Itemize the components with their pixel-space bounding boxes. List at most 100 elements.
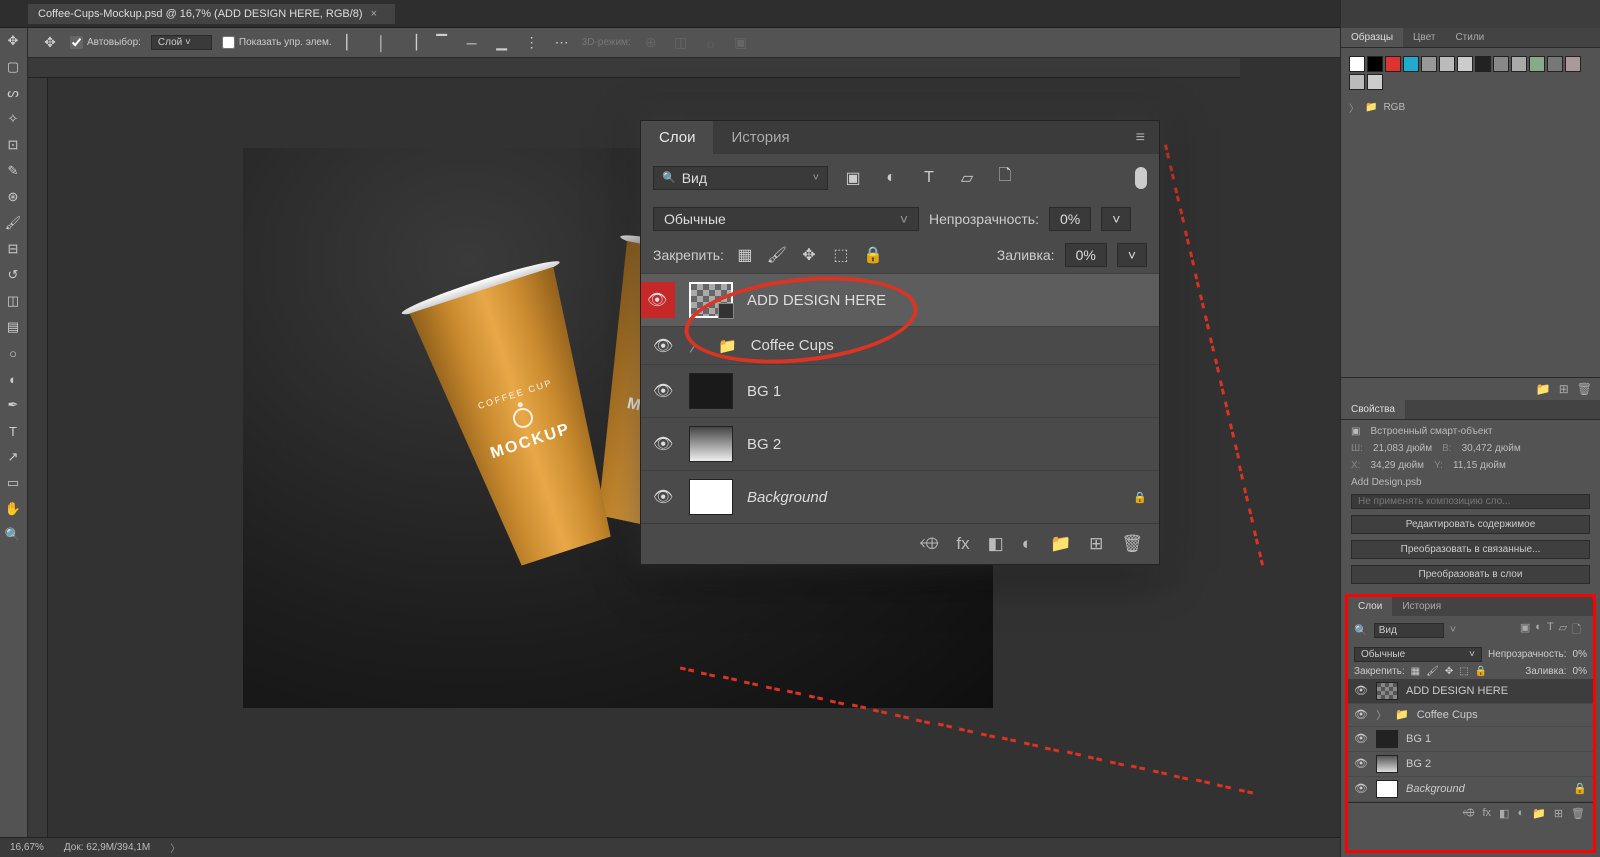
lock-transparency-icon[interactable]: ▦: [734, 245, 756, 265]
eraser-tool[interactable]: ◫: [0, 288, 26, 314]
lock-artboard-icon[interactable]: ⬚: [830, 245, 852, 265]
layer-row-small[interactable]: 👁 ADD DESIGN HERE: [1348, 679, 1593, 704]
swatch[interactable]: [1457, 56, 1473, 72]
swatch[interactable]: [1439, 56, 1455, 72]
link-layers-icon[interactable]: ⬲: [1462, 807, 1474, 820]
convert-layers-button[interactable]: Преобразовать в слои: [1351, 565, 1590, 584]
lock-position-icon[interactable]: ✥: [798, 245, 820, 265]
blend-mode-select[interactable]: Обычные˅: [653, 207, 919, 231]
new-swatch-icon[interactable]: ⊞: [1559, 382, 1569, 396]
layer-name[interactable]: Coffee Cups: [1417, 709, 1478, 721]
fill-value-small[interactable]: 0%: [1573, 666, 1587, 677]
tab-styles[interactable]: Стили: [1445, 28, 1494, 47]
filter-adjustment-icon[interactable]: ◐: [1535, 621, 1542, 640]
filter-shape-icon[interactable]: ▱: [954, 168, 980, 188]
filter-adjustment-icon[interactable]: ◐: [878, 169, 904, 187]
swatch-folder[interactable]: 〉 📁 RGB: [1349, 100, 1592, 115]
layer-row[interactable]: 👁 〉 📁 Coffee Cups: [641, 326, 1159, 364]
filter-image-icon[interactable]: ▣: [1520, 621, 1530, 640]
history-brush-tool[interactable]: ↺: [0, 262, 26, 288]
opacity-value-small[interactable]: 0%: [1573, 649, 1587, 660]
type-tool[interactable]: T: [0, 418, 26, 444]
lock-all-icon[interactable]: 🔒: [1475, 666, 1487, 677]
expand-icon[interactable]: 〉: [689, 335, 704, 356]
visibility-icon[interactable]: 👁: [653, 381, 675, 401]
layer-thumbnail[interactable]: [1376, 755, 1398, 773]
swatch[interactable]: [1421, 56, 1437, 72]
layer-name[interactable]: Background: [747, 489, 827, 506]
auto-select-mode-select[interactable]: Слой ˅: [151, 35, 212, 50]
new-layer-icon[interactable]: ⊞: [1089, 534, 1103, 554]
brush-tool[interactable]: 🖌: [0, 210, 26, 236]
visibility-icon[interactable]: 👁: [653, 434, 675, 454]
tab-color[interactable]: Цвет: [1403, 28, 1445, 47]
visibility-icon[interactable]: 👁: [1354, 684, 1368, 697]
swatch[interactable]: [1529, 56, 1545, 72]
move-tool[interactable]: ✥: [0, 28, 26, 54]
lock-pixels-icon[interactable]: 🖌: [766, 245, 788, 265]
swatch[interactable]: [1349, 56, 1365, 72]
more-align-icon[interactable]: ⋯: [552, 33, 572, 53]
layer-filter-input[interactable]: [682, 170, 807, 186]
layer-fx-icon[interactable]: fx: [1482, 807, 1491, 820]
wand-tool[interactable]: ✧: [0, 106, 26, 132]
align-bottom-icon[interactable]: ▁: [492, 33, 512, 53]
layer-row[interactable]: 👁 Background 🔒: [641, 470, 1159, 523]
fill-dropdown[interactable]: ˅: [1117, 243, 1147, 267]
opacity-input[interactable]: 0%: [1049, 207, 1091, 231]
group-icon[interactable]: 📁: [1532, 807, 1546, 820]
convert-linked-button[interactable]: Преобразовать в связанные...: [1351, 540, 1590, 559]
align-center-v-icon[interactable]: ─: [462, 33, 482, 53]
layer-name[interactable]: BG 2: [747, 436, 781, 453]
layer-thumbnail[interactable]: [1376, 730, 1398, 748]
filter-image-icon[interactable]: ▣: [840, 168, 866, 188]
auto-select-checkbox[interactable]: Автовыбор:: [70, 36, 141, 49]
tab-swatches[interactable]: Образцы: [1341, 28, 1403, 47]
tab-layers-small[interactable]: Слои: [1348, 597, 1392, 616]
distribute-h-icon[interactable]: ⋮: [522, 33, 542, 53]
filter-smartobject-icon[interactable]: 🗋: [1572, 621, 1581, 640]
linked-file[interactable]: Add Design.psb: [1351, 477, 1590, 488]
close-icon[interactable]: ×: [371, 8, 377, 20]
visibility-icon[interactable]: 👁: [653, 336, 675, 356]
gradient-tool[interactable]: ▤: [0, 314, 26, 340]
shape-tool[interactable]: ▭: [0, 470, 26, 496]
panel-menu-icon[interactable]: ≡: [1122, 129, 1159, 147]
swatch[interactable]: [1349, 74, 1365, 90]
crop-tool[interactable]: ⊡: [0, 132, 26, 158]
layer-row-small[interactable]: 👁 BG 1: [1348, 727, 1593, 752]
swatch[interactable]: [1511, 56, 1527, 72]
opacity-dropdown[interactable]: ˅: [1101, 207, 1131, 231]
lock-icon[interactable]: 🔒: [1133, 491, 1147, 504]
comp-select[interactable]: Не применять композицию сло...: [1351, 494, 1590, 509]
delete-layer-icon[interactable]: 🗑: [1121, 534, 1143, 554]
layer-name[interactable]: Coffee Cups: [751, 337, 834, 354]
eyedropper-tool[interactable]: ✎: [0, 158, 26, 184]
layer-fx-icon[interactable]: fx: [956, 534, 969, 554]
layer-thumbnail[interactable]: [689, 426, 733, 462]
swatch[interactable]: [1403, 56, 1419, 72]
align-center-h-icon[interactable]: │: [372, 33, 392, 53]
align-left-icon[interactable]: ▏: [342, 33, 362, 53]
new-layer-icon[interactable]: ⊞: [1554, 807, 1563, 820]
tab-history[interactable]: История: [713, 121, 807, 154]
layer-thumbnail[interactable]: [1376, 682, 1398, 700]
layer-row[interactable]: 👁 ADD DESIGN HERE: [641, 273, 1159, 326]
layer-name[interactable]: ADD DESIGN HERE: [1406, 685, 1508, 697]
layer-name[interactable]: BG 2: [1406, 758, 1431, 770]
lock-position-icon[interactable]: ✥: [1445, 666, 1453, 677]
delete-swatch-icon[interactable]: 🗑: [1577, 382, 1592, 396]
hand-tool[interactable]: ✋: [0, 496, 26, 522]
adjustment-layer-icon[interactable]: ◐: [1517, 807, 1524, 820]
layer-row-small[interactable]: 👁 BG 2: [1348, 752, 1593, 777]
swatch[interactable]: [1367, 56, 1383, 72]
delete-layer-icon[interactable]: 🗑: [1571, 807, 1585, 820]
visibility-icon[interactable]: 👁: [653, 487, 675, 507]
lock-transparency-icon[interactable]: ▦: [1411, 666, 1420, 677]
zoom-tool[interactable]: 🔍: [0, 522, 26, 548]
layer-filter-select[interactable]: 🔍 ˅: [653, 166, 828, 190]
layer-filter-input-small[interactable]: [1374, 623, 1444, 638]
layer-name[interactable]: BG 1: [1406, 733, 1431, 745]
visibility-icon[interactable]: 👁: [1354, 732, 1368, 745]
filter-type-icon[interactable]: T: [1547, 621, 1554, 640]
